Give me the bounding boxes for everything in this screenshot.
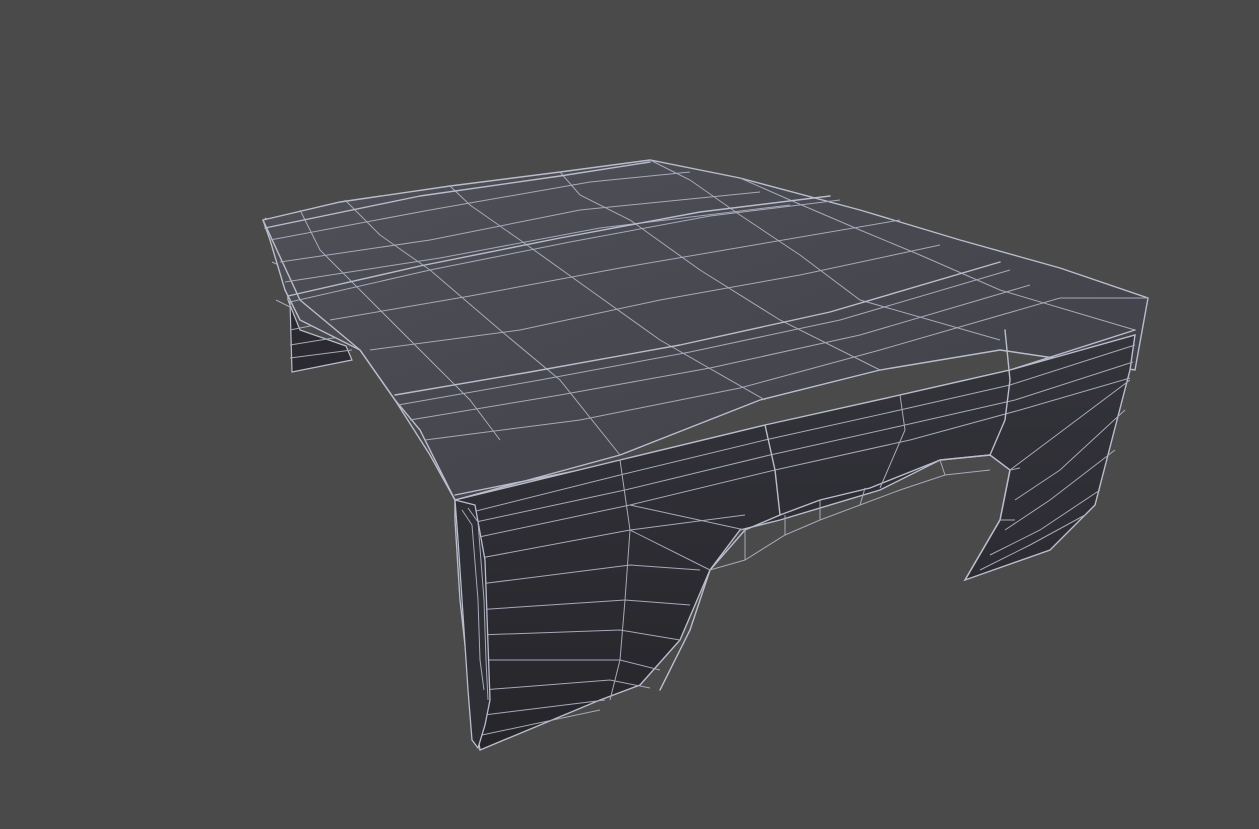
mesh-render [262,159,1149,751]
3d-viewport[interactable] [0,0,1259,829]
